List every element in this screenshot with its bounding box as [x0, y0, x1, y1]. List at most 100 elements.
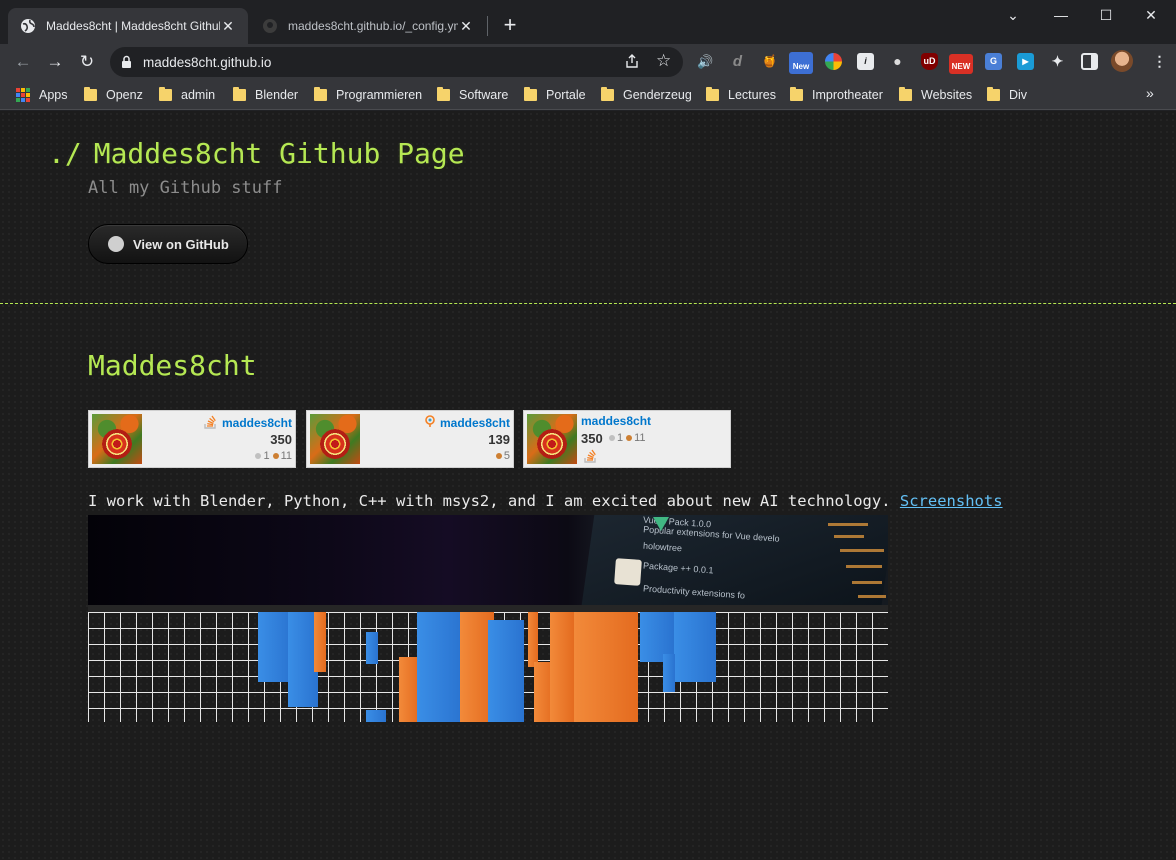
folder-icon — [84, 87, 97, 101]
bronze-badge-icon — [272, 452, 279, 459]
new-tab-icon[interactable]: + — [498, 14, 522, 38]
decor-bar — [417, 612, 463, 722]
stackoverflow-flair-compact[interactable]: maddes8cht 350 1 11 — [523, 410, 731, 468]
back-icon[interactable]: ← — [11, 50, 35, 74]
folder-icon — [987, 87, 1000, 101]
bookmark-label: Improtheater — [812, 88, 883, 102]
reload-icon[interactable]: ↻ — [75, 50, 99, 74]
superuser-icon — [425, 415, 435, 427]
folder-icon — [314, 87, 327, 101]
bronze-badge-icon — [626, 434, 633, 441]
bookmark-star-icon[interactable]: ☆ — [656, 51, 671, 71]
decor-bar — [366, 710, 386, 722]
bookmark-folder[interactable]: Div — [987, 86, 1027, 104]
bronze-count: 11 — [280, 450, 292, 462]
flair-badges: 5 — [493, 450, 510, 462]
decor-bar — [574, 612, 638, 722]
bookmark-folder[interactable]: Portale — [524, 86, 586, 104]
bookmark-folder[interactable]: Openz — [84, 86, 143, 104]
decor-bar — [663, 654, 675, 692]
silver-count: 1 — [263, 450, 270, 462]
new-extension-icon[interactable]: NEW — [949, 54, 973, 74]
superuser-flair[interactable]: maddes8cht 139 5 — [306, 410, 514, 468]
ublock-icon[interactable]: uD — [921, 53, 938, 70]
bookmarks-overflow-icon[interactable]: » — [1146, 85, 1154, 101]
site-header: ./ Maddes8cht Github Page All my Github s… — [0, 111, 1176, 304]
folder-icon — [524, 87, 537, 101]
tab-separator — [487, 16, 488, 36]
bookmark-folder[interactable]: Websites — [899, 86, 972, 104]
new-badge-extension-icon[interactable]: New — [789, 52, 813, 74]
maximize-icon[interactable]: ☐ — [1083, 4, 1129, 28]
intro-paragraph: I work with Blender, Python, C++ with ms… — [88, 492, 1003, 510]
banner-line — [834, 535, 864, 538]
banner-gap — [88, 605, 888, 612]
share-icon[interactable] — [624, 53, 640, 69]
ball-extension-icon[interactable]: ● — [889, 53, 906, 70]
puzzle-icon[interactable]: ✦ — [1049, 53, 1066, 70]
avatar — [310, 414, 360, 464]
address-bar[interactable]: maddes8cht.github.io ☆ — [110, 47, 683, 77]
decor-bar — [399, 657, 419, 722]
tab-close-icon[interactable]: ✕ — [458, 18, 474, 35]
bookmark-label: admin — [181, 88, 216, 102]
stackoverflow-icon — [204, 415, 216, 429]
speaker-icon[interactable]: 🔊 — [697, 53, 714, 70]
silver-badge-icon — [255, 452, 262, 459]
page-title: ./ Maddes8cht Github Page — [48, 137, 465, 170]
folder-icon — [233, 87, 246, 101]
avatar — [92, 414, 142, 464]
github-button-label: View on GitHub — [133, 236, 229, 252]
globe-icon — [21, 19, 35, 33]
folder-icon — [790, 87, 803, 101]
decor-bar — [674, 612, 716, 682]
bookmark-label: Portale — [546, 88, 586, 102]
honey-icon[interactable]: 🍯 — [761, 53, 778, 70]
bookmark-label: Openz — [106, 88, 143, 102]
bookmark-folder[interactable]: Programmieren — [314, 86, 422, 104]
bookmark-folder[interactable]: Genderzeug — [601, 86, 692, 104]
menu-icon[interactable]: ⋮ — [1151, 53, 1168, 70]
compass-extension-icon[interactable] — [825, 53, 842, 70]
forward-icon[interactable]: → — [43, 50, 67, 74]
flair-reputation: 350 — [581, 431, 603, 446]
tab-active[interactable]: Maddes8cht | Maddes8cht Github ✕ — [8, 8, 248, 44]
banner-line — [858, 595, 886, 598]
bookmark-folder[interactable]: Blender — [233, 86, 298, 104]
bookmark-folder[interactable]: Lectures — [706, 86, 776, 104]
flair-username: maddes8cht — [581, 414, 652, 428]
profile-avatar-icon[interactable] — [1111, 50, 1133, 72]
tab-strip: Maddes8cht | Maddes8cht Github ✕ maddes8… — [0, 0, 1176, 44]
bookmark-folder[interactable]: admin — [159, 86, 215, 104]
bookmark-folder[interactable]: Improtheater — [790, 86, 883, 104]
bronze-count: 5 — [503, 450, 510, 462]
decor-bar — [366, 632, 378, 664]
close-window-icon[interactable]: ✕ — [1128, 4, 1174, 28]
apps-grid-icon — [16, 88, 30, 102]
decor-bar — [314, 612, 326, 672]
decor-bar — [488, 620, 524, 722]
bookmark-apps[interactable]: Apps — [16, 86, 68, 104]
stackoverflow-flair[interactable]: maddes8cht 350 1 11 — [88, 410, 296, 468]
flair-username: maddes8cht — [439, 416, 510, 430]
folder-icon — [601, 87, 614, 101]
tab-inactive[interactable]: maddes8cht.github.io/_config.ym ✕ — [250, 8, 486, 44]
lock-icon — [122, 55, 131, 68]
bookmark-label: Software — [459, 88, 509, 102]
view-on-github-button[interactable]: View on GitHub — [88, 224, 248, 264]
translate-icon[interactable]: G — [985, 53, 1002, 70]
bookmark-label: Websites — [921, 88, 973, 102]
folder-icon — [437, 87, 450, 101]
minimize-icon[interactable]: — — [1038, 4, 1084, 28]
banner-line — [828, 523, 868, 526]
tab-close-icon[interactable]: ✕ — [220, 18, 236, 35]
info-extension-icon[interactable]: i — [857, 53, 874, 70]
screenshots-link[interactable]: Screenshots — [900, 492, 1003, 510]
3d-bars-banner — [88, 612, 888, 722]
d-extension-icon[interactable]: d — [729, 53, 746, 70]
tab-search-icon[interactable]: ⌄ — [990, 4, 1036, 28]
flair-badges: 1 11 — [252, 450, 292, 462]
cast-extension-icon[interactable]: ▶ — [1017, 53, 1034, 70]
bookmark-folder[interactable]: Software — [437, 86, 508, 104]
sidepanel-icon[interactable] — [1081, 53, 1098, 70]
